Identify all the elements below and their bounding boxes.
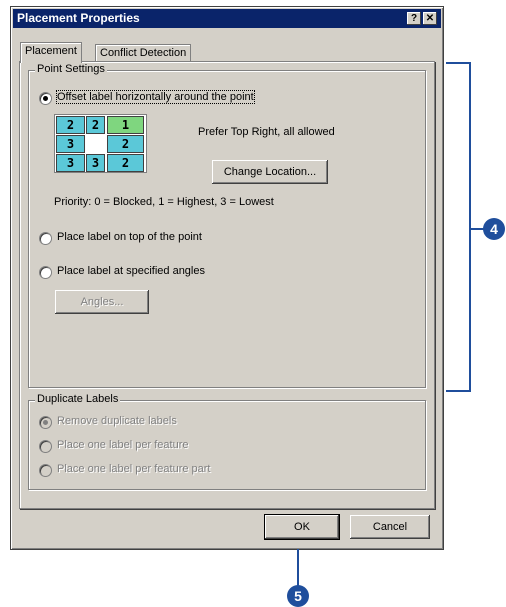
one-per-part-text: Place one label per feature part xyxy=(57,463,211,475)
cancel-label: Cancel xyxy=(372,521,408,533)
grid-cell[interactable]: 3 xyxy=(56,135,85,153)
one-per-feature-radio xyxy=(39,440,52,453)
angles-radio[interactable] xyxy=(39,266,52,279)
angles-button[interactable]: Angles... xyxy=(55,290,149,314)
angles-text: Place label at specified angles xyxy=(57,265,205,277)
on-top-radio[interactable] xyxy=(39,232,52,245)
duplicate-labels-label: Duplicate Labels xyxy=(35,393,121,405)
callout-4-top-line xyxy=(446,62,471,64)
close-button[interactable]: ✕ xyxy=(423,12,437,25)
on-top-text: Place label on top of the point xyxy=(57,231,202,243)
priority-legend: Priority: 0 = Blocked, 1 = Highest, 3 = … xyxy=(54,196,274,208)
remove-duplicates-radio xyxy=(39,416,52,429)
dialog-title: Placement Properties xyxy=(17,11,140,25)
grid-cell[interactable]: 2 xyxy=(86,116,105,134)
tab-conflict-detection[interactable]: Conflict Detection xyxy=(95,44,192,62)
placement-properties-dialog: Placement Properties ? ✕ Placement Confl… xyxy=(10,6,444,550)
grid-cell[interactable]: 2 xyxy=(107,154,144,172)
angles-button-label: Angles... xyxy=(80,296,124,308)
help-button[interactable]: ? xyxy=(407,12,421,25)
remove-duplicates-text: Remove duplicate labels xyxy=(57,415,177,427)
offset-label-text: Offset label horizontally around the poi… xyxy=(56,90,255,104)
tab-placement[interactable]: Placement xyxy=(20,42,82,63)
callout-4-badge: 4 xyxy=(483,218,505,240)
grid-cell[interactable]: 1 xyxy=(107,116,144,134)
ok-label: OK xyxy=(294,521,310,533)
placement-tab-panel: Point Settings Offset label horizontally… xyxy=(19,61,435,509)
grid-cell[interactable]: 3 xyxy=(86,154,105,172)
callout-5-badge: 5 xyxy=(287,585,309,607)
grid-cell[interactable]: 2 xyxy=(107,135,144,153)
point-settings-label: Point Settings xyxy=(35,63,107,75)
grid-cell[interactable]: 2 xyxy=(56,116,85,134)
ok-button[interactable]: OK xyxy=(265,515,339,539)
callout-5-line xyxy=(297,549,299,589)
one-per-part-radio xyxy=(39,464,52,477)
placement-priority-grid[interactable]: 2 2 1 3 2 3 3 2 xyxy=(54,114,147,173)
grid-cell[interactable]: 3 xyxy=(56,154,85,172)
title-bar[interactable]: Placement Properties ? ✕ xyxy=(13,9,441,28)
change-location-label: Change Location... xyxy=(223,166,317,178)
callout-4-vertical-line xyxy=(469,62,471,392)
callout-4-bottom-line xyxy=(446,390,471,392)
offset-label-radio[interactable] xyxy=(39,92,52,105)
cancel-button[interactable]: Cancel xyxy=(350,515,430,539)
preference-text: Prefer Top Right, all allowed xyxy=(198,126,335,138)
change-location-button[interactable]: Change Location... xyxy=(212,160,328,184)
one-per-feature-text: Place one label per feature xyxy=(57,439,189,451)
